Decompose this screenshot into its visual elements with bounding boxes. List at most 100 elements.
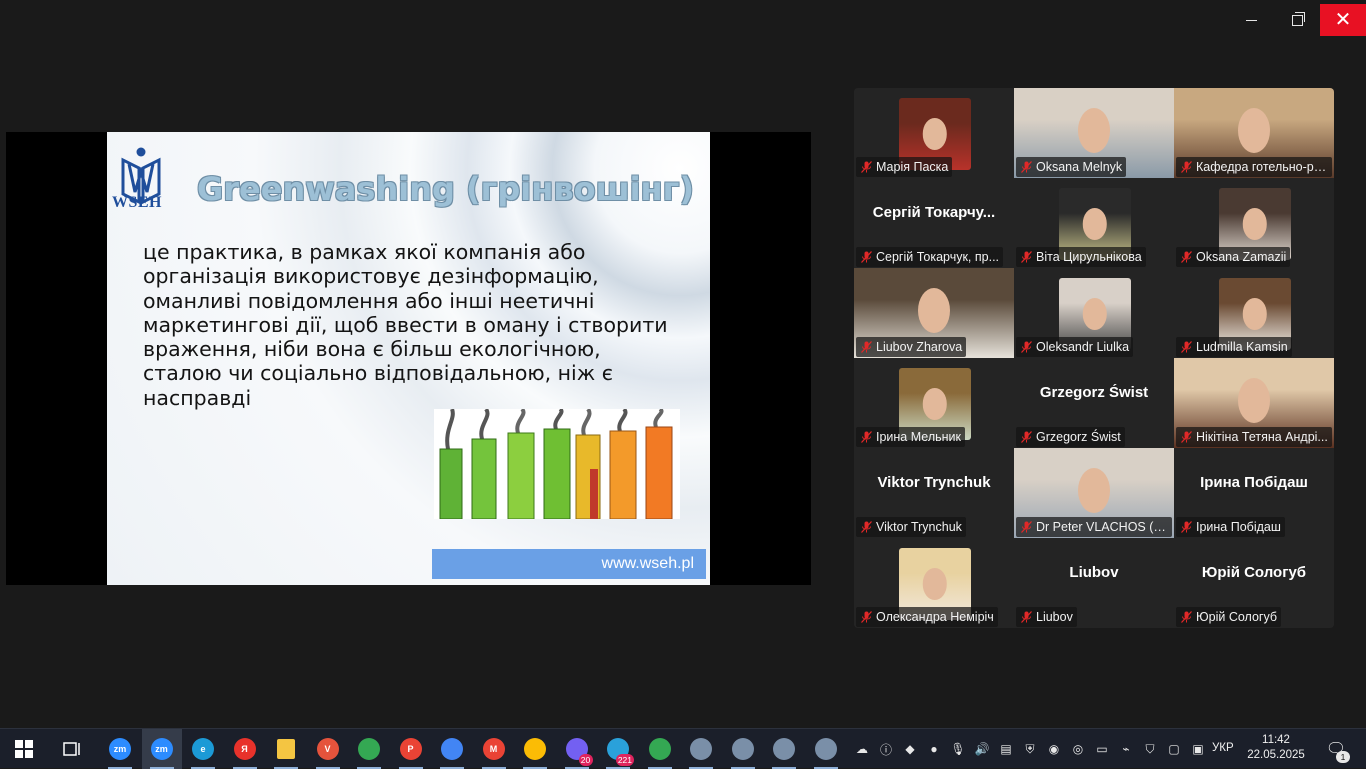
paint-taskbar-button[interactable] bbox=[681, 729, 721, 769]
app-tray-icon[interactable]: ● bbox=[924, 729, 944, 769]
participant-tile[interactable]: Grzegorz Świst Grzegorz Świst bbox=[1014, 358, 1174, 448]
participant-name: Oksana Zamazii bbox=[1196, 250, 1287, 264]
participant-tile[interactable]: Нікітіна Тетяна Андрі... bbox=[1174, 358, 1334, 448]
start-button[interactable] bbox=[4, 729, 44, 769]
participant-name-label: Ірина Мельник bbox=[856, 427, 965, 447]
onedrive-icon[interactable]: ☁ bbox=[852, 729, 872, 769]
muted-mic-icon bbox=[861, 251, 872, 263]
vivaldi-taskbar-button[interactable]: V bbox=[308, 729, 348, 769]
monitor-icon[interactable]: ▣ bbox=[1188, 729, 1208, 769]
network-icon[interactable]: ▤ bbox=[996, 729, 1016, 769]
body-line: маркетингові дії, щоб ввести в оману і с… bbox=[143, 312, 668, 337]
chrome-taskbar-button[interactable]: M bbox=[474, 729, 514, 769]
participant-tile[interactable]: Олександра Немірiч bbox=[854, 538, 1014, 628]
participant-display-name: Grzegorz Świst bbox=[1039, 384, 1149, 401]
body-line: насправді bbox=[143, 385, 252, 410]
chrome-icon: P bbox=[399, 738, 422, 760]
paint-taskbar-button[interactable] bbox=[764, 729, 804, 769]
minimize-button[interactable] bbox=[1228, 4, 1274, 36]
url-text: www.wseh.pl bbox=[601, 555, 694, 572]
participant-name: Oleksandr Liulka bbox=[1036, 340, 1130, 354]
shield-icon[interactable]: ⛉ bbox=[1140, 729, 1160, 769]
participant-name: Liubov bbox=[1036, 610, 1073, 624]
participant-tile[interactable]: Юрій Сологуб Юрій Сологуб bbox=[1174, 538, 1334, 628]
chrome-taskbar-button[interactable] bbox=[349, 729, 389, 769]
close-icon: ✕ bbox=[1334, 9, 1352, 31]
display-icon[interactable]: ▢ bbox=[1164, 729, 1184, 769]
task-view-icon bbox=[63, 742, 80, 756]
participant-face bbox=[1078, 467, 1110, 513]
url-bar: www.wseh.pl bbox=[432, 549, 706, 579]
participant-face bbox=[1238, 377, 1270, 423]
zoom-tray-icon[interactable]: ◎ bbox=[1068, 729, 1088, 769]
dropbox-icon[interactable]: ◆ bbox=[900, 729, 920, 769]
participant-tile[interactable]: Oksana Melnyk bbox=[1014, 88, 1174, 178]
participant-tile[interactable]: Oleksandr Liulka bbox=[1014, 268, 1174, 358]
participant-name-label: Grzegorz Świst bbox=[1016, 427, 1125, 447]
chrome-taskbar-button[interactable] bbox=[515, 729, 555, 769]
zoom-taskbar-button[interactable]: zm bbox=[100, 729, 140, 769]
participant-name: Марія Паска bbox=[876, 160, 949, 174]
muted-mic-icon bbox=[861, 431, 872, 443]
microphone-icon[interactable]: 🎙 bbox=[948, 729, 968, 769]
muted-mic-icon bbox=[1021, 251, 1032, 263]
body-line: це практика, в рамках якої компанія або bbox=[143, 240, 586, 264]
yandex-browser-icon: Я bbox=[233, 738, 256, 760]
participant-name: Dr Peter VLACHOS (U... bbox=[1036, 520, 1172, 534]
language-indicator[interactable]: УКР bbox=[1212, 742, 1234, 754]
clock[interactable]: 11:42 22.05.2025 bbox=[1246, 733, 1306, 763]
participant-tile[interactable]: Ірина Побідаш Ірина Побідаш bbox=[1174, 448, 1334, 538]
paint-taskbar-button[interactable] bbox=[806, 729, 846, 769]
participant-name-label: Юрій Сологуб bbox=[1176, 607, 1282, 627]
edge-taskbar-button[interactable]: e bbox=[183, 729, 223, 769]
restore-button[interactable] bbox=[1274, 4, 1320, 36]
chrome-icon bbox=[648, 738, 671, 760]
participant-name: Кафедра готельно-рест... bbox=[1196, 160, 1332, 174]
participant-tile[interactable]: Сергій Токарчу... Сергій Токарчук, пр... bbox=[854, 178, 1014, 268]
task-view-button[interactable] bbox=[52, 729, 92, 769]
participant-name: Сергій Токарчук, пр... bbox=[876, 250, 1000, 264]
volume-icon[interactable]: 🔊 bbox=[972, 729, 992, 769]
telegram-taskbar-button[interactable]: 221 bbox=[598, 729, 638, 769]
participant-tile[interactable]: Liubov Liubov bbox=[1014, 538, 1174, 628]
file-explorer-taskbar-button[interactable] bbox=[266, 729, 306, 769]
chrome-taskbar-button[interactable]: P bbox=[391, 729, 431, 769]
yandex-browser-taskbar-button[interactable]: Я bbox=[225, 729, 265, 769]
paint-taskbar-button[interactable] bbox=[723, 729, 763, 769]
unread-badge: 20 bbox=[578, 754, 593, 766]
participant-name: Олександра Немірiч bbox=[876, 610, 994, 624]
participant-name-label: Сергій Токарчук, пр... bbox=[856, 247, 1004, 267]
participant-face bbox=[1082, 208, 1108, 240]
gallery-view: Марія Паска Oksana Melnyk Кафедра готельно… bbox=[854, 88, 1334, 628]
participant-tile[interactable]: Ludmilla Kamsin bbox=[1174, 268, 1334, 358]
close-button[interactable]: ✕ bbox=[1320, 4, 1366, 36]
file-explorer-icon bbox=[277, 739, 295, 759]
participant-name: Viktor Trynchuk bbox=[876, 520, 962, 534]
participant-tile[interactable]: Ірина Мельник bbox=[854, 358, 1014, 448]
zoom-taskbar-button[interactable]: zm bbox=[141, 729, 182, 769]
chrome-taskbar-button[interactable] bbox=[432, 729, 472, 769]
viber-taskbar-button[interactable]: 20 bbox=[557, 729, 597, 769]
participant-name-label: Liubov Zharova bbox=[856, 337, 967, 357]
usb-icon[interactable]: ⌁ bbox=[1116, 729, 1136, 769]
participant-tile[interactable]: Марія Паска bbox=[854, 88, 1014, 178]
notifications-button[interactable]: 🗨 1 bbox=[1316, 729, 1356, 769]
chrome-taskbar-button[interactable] bbox=[640, 729, 680, 769]
participant-name-label: Нікітіна Тетяна Андрі... bbox=[1176, 427, 1332, 447]
participant-tile[interactable]: Кафедра готельно-рест... bbox=[1174, 88, 1334, 178]
participant-tile[interactable]: Liubov Zharova bbox=[854, 268, 1014, 358]
battery-icon[interactable]: ▭ bbox=[1092, 729, 1112, 769]
shared-screen[interactable]: WSEH Greenwashing (грінвошінг) це практи… bbox=[6, 132, 811, 585]
security-icon[interactable]: ⛨ bbox=[1020, 729, 1040, 769]
participant-tile[interactable]: Viktor Trynchuk Viktor Trynchuk bbox=[854, 448, 1014, 538]
muted-mic-icon bbox=[1021, 521, 1032, 533]
participant-name-label: Viktor Trynchuk bbox=[856, 517, 966, 537]
participant-tile[interactable]: Dr Peter VLACHOS (U... bbox=[1014, 448, 1174, 538]
viber-tray-icon[interactable]: ◉ bbox=[1044, 729, 1064, 769]
participant-name: Grzegorz Świst bbox=[1036, 430, 1121, 444]
participant-tile[interactable]: Віта Цирульнікова bbox=[1014, 178, 1174, 268]
info-icon[interactable]: ⓘ bbox=[876, 729, 896, 769]
participant-name: Нікітіна Тетяна Андрі... bbox=[1196, 430, 1328, 444]
zoom-meeting-window: ✕ WSEH Greenwashing (грінвошінг) це прак… bbox=[0, 0, 1366, 728]
participant-tile[interactable]: Oksana Zamazii bbox=[1174, 178, 1334, 268]
